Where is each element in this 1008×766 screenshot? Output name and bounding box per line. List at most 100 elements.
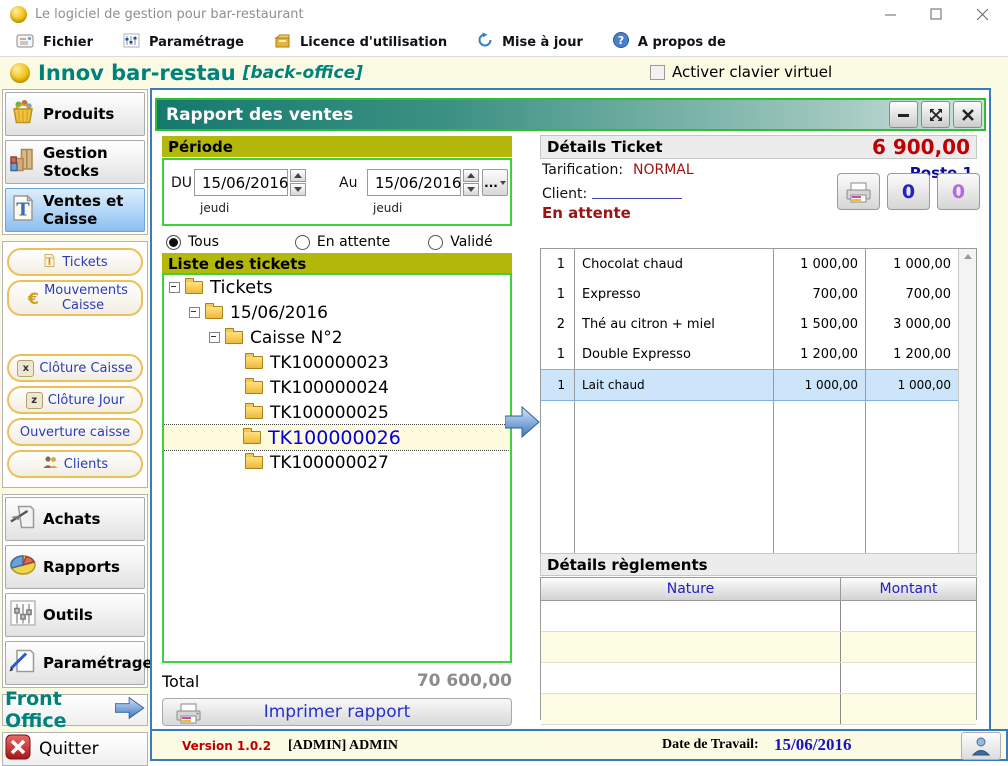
ticket-item-row[interactable]: 2 Thé au citron + miel 1 500,00 3 000,00 (541, 309, 958, 339)
ticket-print-button[interactable] (837, 173, 880, 210)
maximize-button[interactable] (928, 6, 944, 22)
radio-on-icon (166, 235, 181, 250)
ticket-status: En attente (542, 204, 631, 222)
reglement-row (541, 694, 976, 725)
date-to-spinner[interactable] (463, 169, 479, 196)
ticket-item-row[interactable]: 1 Chocolat chaud 1 000,00 1 000,00 (541, 249, 958, 279)
sidebar-item-achats[interactable]: Achats (5, 497, 145, 541)
collapse-icon[interactable] (189, 307, 200, 318)
close-button[interactable] (974, 6, 990, 22)
periode-section-header: Période (162, 136, 512, 157)
ticket-item-row[interactable]: 1 Double Expresso 1 200,00 1 200,00 (541, 339, 958, 369)
sidebar: Produits Gestion Stocks T Ventes et Cais… (2, 89, 148, 757)
sidebar-item-gestion-stocks[interactable]: Gestion Stocks (5, 140, 145, 184)
sidebar-item-cloture-caisse[interactable]: x Clôture Caisse (7, 354, 143, 382)
collapse-icon[interactable] (169, 282, 180, 293)
user-session-button[interactable] (961, 732, 1001, 760)
tree-node-root[interactable]: Tickets (164, 275, 510, 300)
radio-en-attente[interactable]: En attente (295, 234, 390, 250)
arrow-right-icon (115, 695, 145, 725)
selected-ticket-arrow-icon (505, 403, 541, 445)
sidebar-item-cloture-jour[interactable]: z Clôture Jour (7, 386, 143, 414)
date-from-spinner[interactable] (290, 169, 306, 196)
sidebar-item-rapports[interactable]: Rapports (5, 545, 145, 589)
folder-icon (245, 406, 263, 419)
report-maximize-button[interactable] (921, 101, 950, 128)
print-report-button[interactable]: Imprimer rapport (162, 698, 512, 726)
tree-node-date[interactable]: 15/06/2016 (164, 300, 510, 325)
date-picker-button[interactable]: ... (482, 169, 508, 196)
os-titlebar: Le logiciel de gestion pour bar-restaura… (0, 0, 1008, 29)
svg-text:?: ? (618, 34, 624, 47)
report-minimize-button[interactable] (889, 101, 918, 128)
counter-purple-button[interactable]: 0 (937, 173, 980, 210)
liste-tickets-header: Liste des tickets (162, 253, 512, 273)
reglements-table: Nature Montant (540, 577, 977, 720)
help-icon: ? (613, 32, 629, 52)
collapse-icon[interactable] (209, 332, 220, 343)
pen-page-icon (8, 646, 38, 680)
tree-node-ticket[interactable]: TK100000024 (164, 375, 510, 400)
folder-icon (245, 356, 263, 369)
total-row: Total 70 600,00 (162, 667, 512, 695)
tarification-value: NORMAL (633, 162, 694, 178)
tree-node-ticket[interactable]: TK100000027 (164, 450, 510, 475)
sidebar-item-ventes-caisse[interactable]: T Ventes et Caisse (5, 188, 145, 232)
tree-node-caisse[interactable]: Caisse N°2 (164, 325, 510, 350)
counter-blue-button[interactable]: 0 (887, 173, 930, 210)
sidebar-item-ouverture-caisse[interactable]: Ouverture caisse (7, 418, 143, 446)
items-scrollbar[interactable] (958, 249, 976, 566)
virtual-keyboard-checkbox[interactable] (650, 65, 665, 80)
statusbar: Version 1.0.2 [ADMIN] ADMIN Date de Trav… (150, 729, 1008, 761)
spin-up-icon[interactable] (290, 169, 306, 182)
quit-x-icon (5, 734, 31, 765)
radio-valide[interactable]: Validé (428, 234, 492, 250)
svg-text:T: T (16, 200, 30, 221)
virtual-keyboard-toggle[interactable]: Activer clavier virtuel (650, 63, 832, 81)
menu-a-propos[interactable]: ? A propos de (605, 28, 734, 56)
menu-mise-a-jour[interactable]: Mise à jour (469, 28, 591, 56)
spin-down-icon[interactable] (290, 183, 306, 196)
sidebar-item-tickets[interactable]: T Tickets (7, 248, 143, 276)
folder-icon (185, 281, 203, 294)
ticket-item-row[interactable]: 1 Expresso 700,00 700,00 (541, 279, 958, 309)
menu-parametrage[interactable]: Paramétrage (115, 28, 252, 56)
spin-up-icon[interactable] (463, 169, 479, 182)
sidebar-item-outils[interactable]: Outils (5, 593, 145, 637)
menu-licence[interactable]: Licence d'utilisation (266, 28, 455, 56)
euro-icon: € (28, 289, 39, 308)
sidebar-item-clients[interactable]: Clients (7, 450, 143, 478)
menu-fichier[interactable]: Fichier (8, 28, 101, 56)
ticket-small-icon: T (42, 253, 57, 272)
ticket-item-row-selected[interactable]: 1 Lait chaud 1 000,00 1 000,00 (541, 369, 958, 401)
tree-node-ticket[interactable]: TK100000023 (164, 350, 510, 375)
minimize-button[interactable] (882, 6, 898, 22)
tree-node-ticket-selected[interactable]: TK100000026 (164, 425, 510, 450)
svg-text:T: T (47, 257, 54, 267)
du-label: DU (171, 175, 192, 191)
reglement-row (541, 663, 976, 694)
date-from-input[interactable]: 15/06/2016 (194, 169, 288, 196)
sidebar-item-produits[interactable]: Produits (5, 92, 145, 136)
column-nature[interactable]: Nature (541, 578, 841, 600)
report-close-button[interactable] (953, 101, 982, 128)
reglement-row (541, 632, 976, 663)
sidebar-item-mouvements-caisse[interactable]: € Mouvements Caisse (7, 280, 143, 316)
sidebar-item-parametrage[interactable]: Paramétrage (5, 641, 145, 685)
ticket-items-empty-area (541, 401, 958, 566)
radio-tous[interactable]: Tous (166, 234, 219, 250)
clients-icon (42, 455, 59, 473)
work-date-value: 15/06/2016 (774, 735, 851, 755)
refresh-icon (477, 32, 493, 52)
ticket-details-header: Détails Ticket 6 900,00 (540, 135, 977, 159)
spin-down-icon[interactable] (463, 183, 479, 196)
column-montant[interactable]: Montant (841, 578, 976, 600)
tree-node-ticket[interactable]: TK100000025 (164, 400, 510, 425)
report-titlebar: Rapport des ventes (155, 98, 986, 131)
front-office-button[interactable]: Front Office (2, 694, 148, 726)
date-to-input[interactable]: 15/06/2016 (367, 169, 461, 196)
scroll-up-icon[interactable] (964, 254, 972, 259)
ticket-details-title: Détails Ticket (547, 138, 663, 156)
menubar: Fichier Paramétrage Licence d'utilisatio… (0, 28, 1008, 57)
total-value: 70 600,00 (417, 671, 512, 691)
